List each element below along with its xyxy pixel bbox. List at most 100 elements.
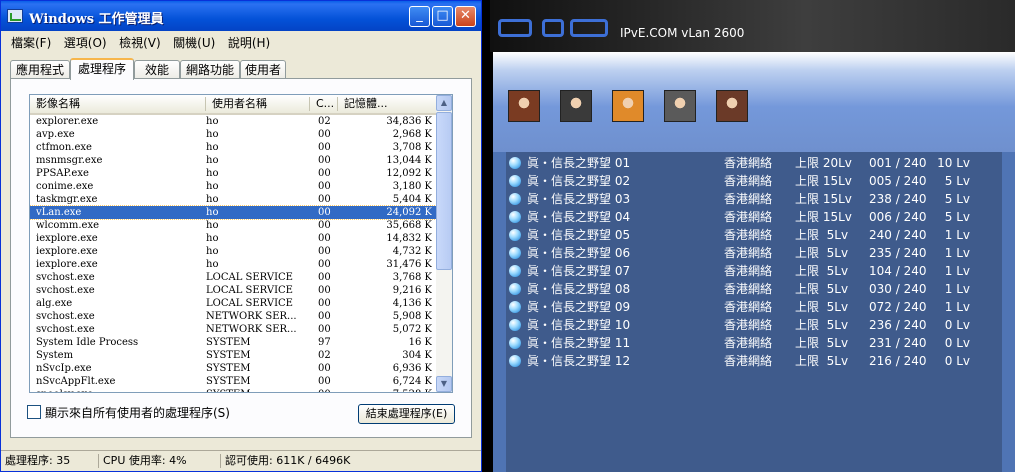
process-name: PPSAP.exe (36, 168, 89, 179)
process-cpu: 00 (318, 324, 331, 335)
table-row[interactable]: iexplore.exe ho 00 14,832 K (30, 232, 438, 245)
menu-help[interactable]: 說明(H) (224, 31, 275, 51)
end-process-button[interactable]: 結束處理程序(E) (358, 404, 455, 424)
table-row[interactable]: iexplore.exe ho 00 4,732 K (30, 245, 438, 258)
list-item[interactable]: 眞・信長之野望 08 香港網絡 上限 5Lv 030 / 240 1 Lv (506, 280, 1002, 298)
minimize-button[interactable]: _ (409, 6, 430, 27)
checkbox-box[interactable] (27, 405, 41, 419)
show-all-users-checkbox[interactable]: 顯示來自所有使用者的處理程序(S) (27, 404, 230, 421)
menu-view[interactable]: 檢視(V) (115, 31, 166, 51)
game-box-avatar[interactable] (664, 90, 696, 122)
list-item[interactable]: 眞・信長之野望 11 香港網絡 上限 5Lv 231 / 240 0 Lv (506, 334, 1002, 352)
list-item[interactable]: 眞・信長之野望 10 香港網絡 上限 5Lv 236 / 240 0 Lv (506, 316, 1002, 334)
tab-users[interactable]: 使用者 (240, 60, 286, 79)
process-cpu: 00 (318, 181, 331, 192)
table-row[interactable]: svchost.exe NETWORK SER... 00 5,072 K (30, 323, 438, 336)
process-name: spoolsv.exe (36, 388, 204, 392)
table-row[interactable]: vLan.exe ho 00 24,092 K (30, 205, 439, 220)
room-name: 眞・信長之野望 09 (527, 300, 631, 314)
table-row[interactable]: nSvcAppFlt.exe SYSTEM 00 6,724 K (30, 375, 438, 388)
list-item[interactable]: 眞・信長之野望 02 香港網絡 上限 15Lv 005 / 240 5 Lv (506, 172, 1002, 190)
process-cpu: 00 (318, 363, 331, 374)
vertical-scrollbar[interactable]: ▲ ▼ (436, 95, 452, 392)
list-item[interactable]: 眞・信長之野望 09 香港網絡 上限 5Lv 072 / 240 1 Lv (506, 298, 1002, 316)
list-item[interactable]: 眞・信長之野望 07 香港網絡 上限 5Lv 104 / 240 1 Lv (506, 262, 1002, 280)
process-list[interactable]: 影像名稱 使用者名稱 C... 記憶體... explorer.exe ho 02 3… (29, 94, 453, 393)
ipve-title: IPvE.COM vLan 2600 (620, 26, 745, 40)
scroll-down-button[interactable]: ▼ (436, 376, 452, 392)
scroll-up-button[interactable]: ▲ (436, 95, 452, 111)
room-region: 香港網絡 (724, 264, 773, 278)
warrior-avatar[interactable] (508, 90, 540, 122)
room-name: 眞・信長之野望 05 (527, 228, 631, 242)
process-user: SYSTEM (206, 337, 251, 348)
column-memory[interactable]: 記憶體... (338, 97, 438, 111)
list-item[interactable]: 眞・信長之野望 03 香港網絡 上限 15Lv 238 / 240 5 Lv (506, 190, 1002, 208)
table-row[interactable]: System SYSTEM 02 304 K (30, 349, 438, 362)
table-row[interactable]: msnmsgr.exe ho 00 13,044 K (30, 154, 438, 167)
room-name: 眞・信長之野望 06 (527, 246, 631, 260)
menu-shutdown[interactable]: 關機(U) (169, 31, 220, 51)
table-row[interactable]: svchost.exe NETWORK SER... 00 5,908 K (30, 310, 438, 323)
list-item[interactable]: 眞・信長之野望 12 香港網絡 上限 5Lv 216 / 240 0 Lv (506, 352, 1002, 370)
task-manager-window: Windows 工作管理員 _ □ ✕ 檔案(F) 選項(O) 檢視(V) 關機… (0, 0, 482, 472)
tab-processes[interactable]: 處理程序 (70, 58, 134, 80)
maximize-button[interactable]: □ (432, 6, 453, 27)
process-cpu: 00 (318, 272, 331, 283)
list-item[interactable]: 眞・信長之野望 04 香港網絡 上限 15Lv 006 / 240 5 Lv (506, 208, 1002, 226)
menu-file[interactable]: 檔案(F) (7, 31, 56, 51)
room-level: 1 Lv (944, 282, 970, 296)
room-level: 10 Lv (937, 156, 970, 170)
table-row[interactable]: System Idle Process SYSTEM 97 16 K (30, 336, 438, 349)
table-row[interactable]: wlcomm.exe ho 00 35,668 K (30, 219, 438, 232)
table-row[interactable]: iexplore.exe ho 00 31,476 K (30, 258, 438, 271)
room-level: 5 Lv (944, 210, 970, 224)
list-item[interactable]: 眞・信長之野望 06 香港網絡 上限 5Lv 235 / 240 1 Lv (506, 244, 1002, 262)
table-row[interactable]: ctfmon.exe ho 00 3,708 K (30, 141, 438, 154)
process-name: System (36, 350, 74, 361)
table-row[interactable]: conime.exe ho 00 3,180 K (30, 180, 438, 193)
column-image-name[interactable]: 影像名稱 (30, 97, 206, 111)
table-row[interactable]: alg.exe LOCAL SERVICE 00 4,136 K (30, 297, 438, 310)
room-orb-icon (509, 211, 521, 223)
menu-options[interactable]: 選項(O) (60, 31, 112, 51)
title-bar[interactable]: Windows 工作管理員 _ □ ✕ (1, 1, 481, 31)
column-cpu[interactable]: C... (310, 97, 338, 111)
process-user: ho (206, 142, 219, 153)
process-cpu: 00 (318, 285, 331, 296)
tab-applications[interactable]: 應用程式 (10, 60, 70, 79)
table-row[interactable]: PPSAP.exe ho 00 12,092 K (30, 167, 438, 180)
process-cpu: 00 (318, 311, 331, 322)
samurai-avatar[interactable] (716, 90, 748, 122)
room-player-count: 240 / 240 (869, 228, 927, 242)
tab-performance[interactable]: 效能 (134, 60, 180, 79)
room-player-count: 238 / 240 (869, 192, 927, 206)
process-user: ho (206, 116, 219, 127)
process-user: NETWORK SER... (206, 311, 297, 322)
table-row[interactable]: explorer.exe ho 02 34,836 K (30, 115, 438, 128)
process-user: ho (206, 155, 219, 166)
naruto-avatar[interactable] (612, 90, 644, 122)
table-row[interactable]: svchost.exe LOCAL SERVICE 00 9,216 K (30, 284, 438, 297)
room-level-limit: 上限 5Lv (795, 228, 849, 242)
table-row[interactable]: spoolsv.exeSYSTEM 007,528 K (30, 388, 438, 392)
table-row[interactable]: taskmgr.exe ho 00 5,404 K (30, 193, 438, 206)
dark-knight-avatar[interactable] (560, 90, 592, 122)
list-item[interactable]: 眞・信長之野望 01 香港網絡 上限 20Lv 001 / 240 10 Lv (506, 154, 1002, 172)
tab-networking[interactable]: 網路功能 (180, 60, 240, 79)
room-region: 香港網絡 (724, 318, 773, 332)
process-user: LOCAL SERVICE (206, 298, 293, 309)
scroll-thumb[interactable] (436, 112, 452, 270)
close-button[interactable]: ✕ (455, 6, 476, 27)
process-user: SYSTEM (206, 376, 251, 387)
list-item[interactable]: 眞・信長之野望 05 香港網絡 上限 5Lv 240 / 240 1 Lv (506, 226, 1002, 244)
table-row[interactable]: avp.exe ho 00 2,968 K (30, 128, 438, 141)
room-region: 香港網絡 (724, 228, 773, 242)
column-user-name[interactable]: 使用者名稱 (206, 97, 310, 111)
room-level-limit: 上限 5Lv (795, 282, 849, 296)
room-region: 香港網絡 (724, 354, 773, 368)
table-row[interactable]: svchost.exe LOCAL SERVICE 00 3,768 K (30, 271, 438, 284)
process-name: nSvcIp.exe (36, 363, 92, 374)
status-commit-charge: 認可使用: 611K / 6496K (220, 454, 480, 468)
table-row[interactable]: nSvcIp.exe SYSTEM 00 6,936 K (30, 362, 438, 375)
